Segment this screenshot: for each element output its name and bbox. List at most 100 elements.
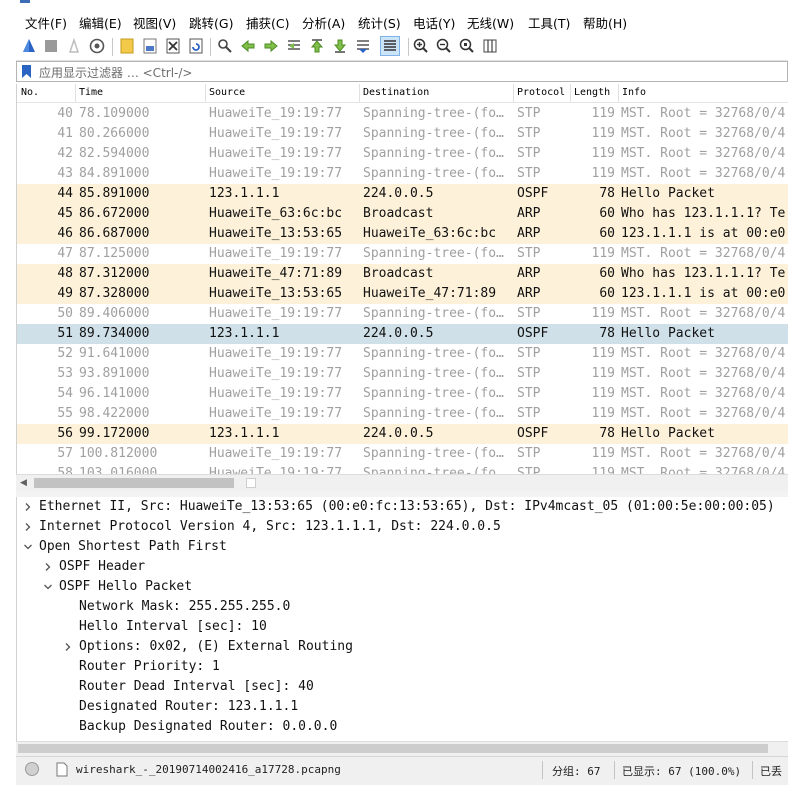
tree-item-label: Ethernet II, Src: HuaweiTe_13:53:65 (00:…: [39, 499, 775, 514]
go-to-packet-icon[interactable]: [285, 37, 303, 55]
table-row[interactable]: 42 82.594000 HuaweiTe_19:19:77 Spanning-tre…: [17, 144, 788, 164]
table-row[interactable]: 55 98.422000 HuaweiTe_19:19:77 Spanning-tre…: [17, 404, 788, 424]
go-back-icon[interactable]: [239, 37, 257, 55]
menu-telephony[interactable]: 电话(Y): [413, 13, 455, 32]
table-row[interactable]: 40 78.109000 HuaweiTe_19:19:77 Spanning-tre…: [17, 104, 788, 124]
tree-item[interactable]: Router Priority: 1: [17, 658, 788, 678]
open-file-icon[interactable]: [118, 37, 136, 55]
table-row[interactable]: 47 87.125000 HuaweiTe_19:19:77 Spanning-tre…: [17, 244, 788, 264]
scroll-left-icon[interactable]: ◀: [20, 478, 27, 488]
table-row[interactable]: 53 93.891000 HuaweiTe_19:19:77 Spanning-tre…: [17, 364, 788, 384]
expert-info-icon[interactable]: [25, 762, 39, 776]
tree-item[interactable]: Network Mask: 255.255.255.0: [17, 598, 788, 618]
packet-list-hscrollbar[interactable]: ◀: [16, 474, 788, 491]
table-row[interactable]: 46 86.687000 HuaweiTe_13:53:65 HuaweiTe_63:…: [17, 224, 788, 244]
table-row[interactable]: 58 103.016000 HuaweiTe_19:19:77 Spanning-tr…: [17, 464, 788, 474]
column-header-protocol[interactable]: Protocol: [517, 87, 565, 98]
details-hscrollbar[interactable]: [16, 741, 788, 756]
cell-protocol: ARP: [517, 286, 541, 301]
tree-item[interactable]: Ethernet II, Src: HuaweiTe_13:53:65 (00:…: [17, 498, 788, 518]
menu-capture[interactable]: 捕获(C): [246, 13, 289, 32]
table-row[interactable]: 44 85.891000 123.1.1.1 224.0.0.5 OSPF 78 Hello…: [17, 184, 788, 204]
column-header-destination[interactable]: Destination: [363, 87, 429, 98]
tree-item-label: Hello Interval [sec]: 10: [79, 619, 267, 634]
menu-tools[interactable]: 工具(T): [528, 13, 570, 32]
zoom-normal-icon[interactable]: [458, 37, 476, 55]
find-packet-icon[interactable]: [216, 37, 234, 55]
save-file-icon[interactable]: [141, 37, 159, 55]
cell-protocol: STP: [517, 466, 541, 474]
cell-no: 49: [57, 286, 73, 301]
column-divider[interactable]: [205, 84, 206, 102]
table-row[interactable]: 41 80.266000 HuaweiTe_19:19:77 Spanning-tre…: [17, 124, 788, 144]
go-last-icon[interactable]: [331, 37, 349, 55]
column-header-length[interactable]: Length: [574, 87, 610, 98]
go-forward-icon[interactable]: [262, 37, 280, 55]
menu-help[interactable]: 帮助(H): [583, 13, 627, 32]
column-divider[interactable]: [75, 84, 76, 102]
tree-item[interactable]: Internet Protocol Version 4, Src: 123.1.…: [17, 518, 788, 538]
display-filter-bar[interactable]: 应用显示过滤器 … <Ctrl-/>: [16, 61, 788, 82]
tree-item[interactable]: Designated Router: 123.1.1.1: [17, 698, 788, 718]
tree-item[interactable]: Open Shortest Path First: [17, 538, 788, 558]
chevron-right-icon[interactable]: [43, 562, 53, 572]
column-header-time[interactable]: Time: [79, 87, 103, 98]
column-header-source[interactable]: Source: [209, 87, 245, 98]
start-capture-icon[interactable]: [20, 37, 38, 55]
menu-analyze[interactable]: 分析(A): [302, 13, 345, 32]
column-divider[interactable]: [618, 84, 619, 102]
capture-file-icon[interactable]: [56, 762, 68, 777]
restart-capture-icon[interactable]: [65, 37, 83, 55]
table-row[interactable]: 54 96.141000 HuaweiTe_19:19:77 Spanning-tre…: [17, 384, 788, 404]
table-row[interactable]: 57 100.812000 HuaweiTe_19:19:77 Spanning-tr…: [17, 444, 788, 464]
scroll-thumb[interactable]: [34, 478, 234, 488]
column-header-no[interactable]: No.: [21, 87, 39, 98]
autoscroll-icon[interactable]: [354, 37, 372, 55]
tree-item[interactable]: Backup Designated Router: 0.0.0.0: [17, 718, 788, 738]
tree-item[interactable]: OSPF Header: [17, 558, 788, 578]
stop-capture-icon[interactable]: [42, 37, 60, 55]
scroll-marker: [246, 478, 256, 488]
chevron-right-icon[interactable]: [63, 642, 73, 652]
tree-item[interactable]: OSPF Hello Packet: [17, 578, 788, 598]
bookmark-icon[interactable]: [22, 65, 31, 78]
go-first-icon[interactable]: [308, 37, 326, 55]
chevron-right-icon[interactable]: [23, 502, 33, 512]
chevron-right-icon[interactable]: [23, 522, 33, 532]
colorize-icon[interactable]: [380, 36, 400, 56]
close-file-icon[interactable]: [164, 37, 182, 55]
table-row[interactable]: 51 89.734000 123.1.1.1 224.0.0.5 OSPF 78 Hello…: [17, 324, 788, 344]
tree-item[interactable]: Hello Interval [sec]: 10: [17, 618, 788, 638]
cell-protocol: STP: [517, 366, 541, 381]
column-header-info[interactable]: Info: [622, 87, 646, 98]
chevron-down-icon[interactable]: [43, 582, 53, 592]
menu-statistics[interactable]: 统计(S): [358, 13, 401, 32]
zoom-out-icon[interactable]: [435, 37, 453, 55]
scroll-thumb[interactable]: [18, 744, 768, 753]
table-row[interactable]: 56 99.172000 123.1.1.1 224.0.0.5 OSPF 78 Hello…: [17, 424, 788, 444]
column-divider[interactable]: [513, 84, 514, 102]
tree-item[interactable]: Options: 0x02, (E) External Routing: [17, 638, 788, 658]
menu-go[interactable]: 跳转(G): [189, 13, 233, 32]
cell-no: 52: [57, 346, 73, 361]
packet-list[interactable]: No. Time Source Destination Protocol Len…: [16, 84, 788, 474]
table-row[interactable]: 50 89.406000 HuaweiTe_19:19:77 Spanning-tre…: [17, 304, 788, 324]
table-row[interactable]: 45 86.672000 HuaweiTe_63:6c:bc Broadcast ARP…: [17, 204, 788, 224]
column-divider[interactable]: [359, 84, 360, 102]
menu-file[interactable]: 文件(F): [25, 13, 67, 32]
column-divider[interactable]: [570, 84, 571, 102]
table-row[interactable]: 48 87.312000 HuaweiTe_47:71:89 Broadcast ARP…: [17, 264, 788, 284]
tree-item[interactable]: Router Dead Interval [sec]: 40: [17, 678, 788, 698]
menu-edit[interactable]: 编辑(E): [79, 13, 122, 32]
chevron-down-icon[interactable]: [23, 542, 33, 552]
table-row[interactable]: 43 84.891000 HuaweiTe_19:19:77 Spanning-tre…: [17, 164, 788, 184]
packet-details-tree[interactable]: Ethernet II, Src: HuaweiTe_13:53:65 (00:…: [16, 497, 788, 741]
capture-options-icon[interactable]: [88, 37, 106, 55]
zoom-in-icon[interactable]: [412, 37, 430, 55]
table-row[interactable]: 49 87.328000 HuaweiTe_13:53:65 HuaweiTe_47:…: [17, 284, 788, 304]
reload-file-icon[interactable]: [187, 37, 205, 55]
resize-columns-icon[interactable]: [481, 37, 499, 55]
menu-wireless[interactable]: 无线(W): [467, 13, 514, 32]
table-row[interactable]: 52 91.641000 HuaweiTe_19:19:77 Spanning-tre…: [17, 344, 788, 364]
menu-view[interactable]: 视图(V): [133, 13, 176, 32]
